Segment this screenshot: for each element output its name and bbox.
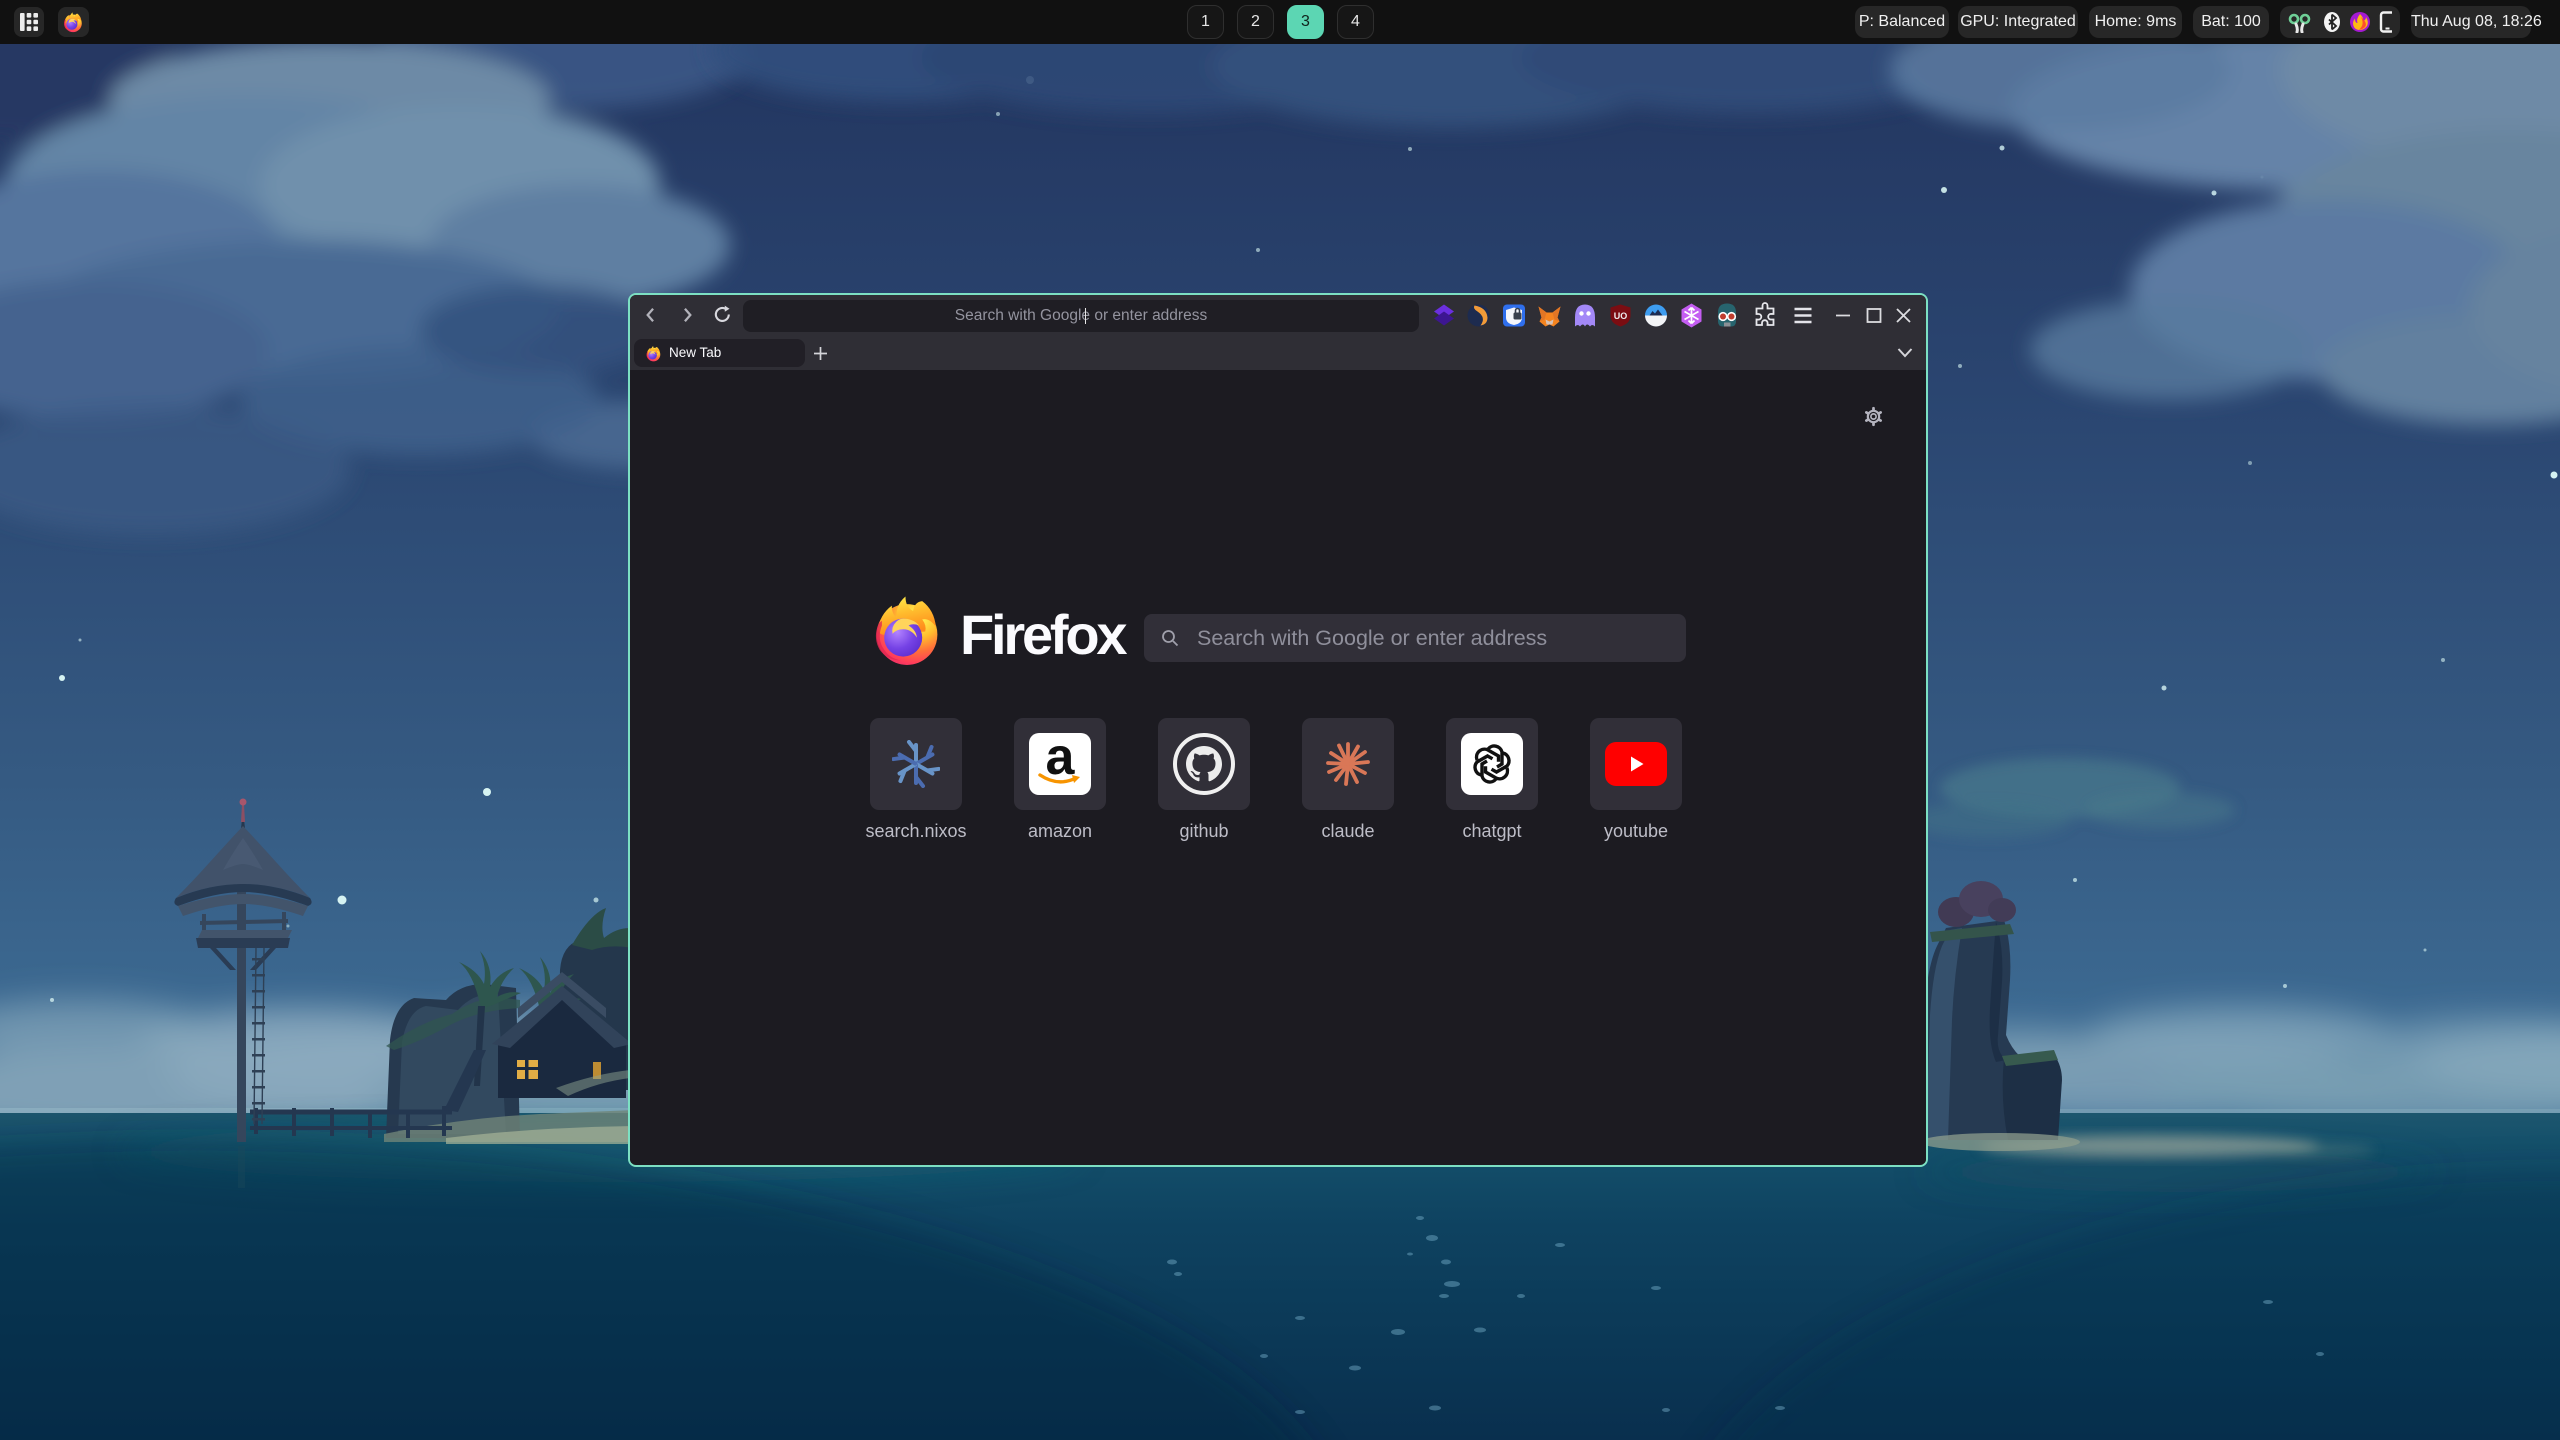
svg-text:UO: UO: [1614, 311, 1628, 321]
